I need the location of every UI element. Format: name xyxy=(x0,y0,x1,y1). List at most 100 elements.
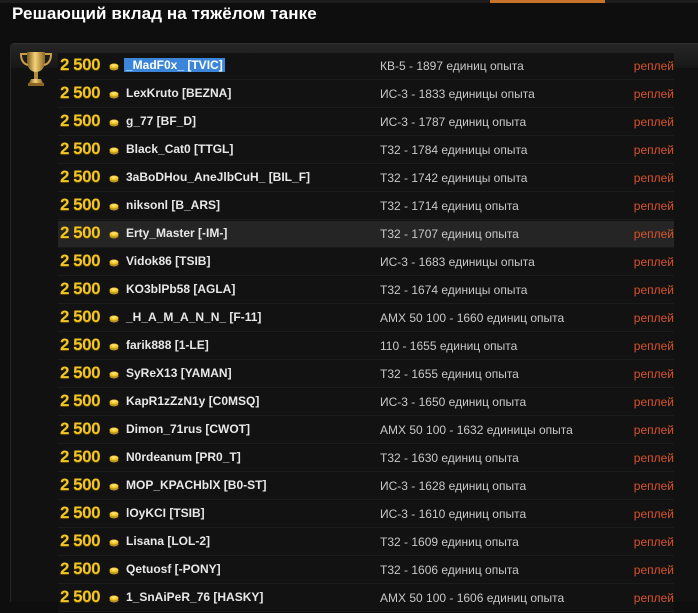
coin-icon xyxy=(109,147,119,155)
top-strip xyxy=(0,0,698,3)
coin-icon xyxy=(109,371,119,379)
score-value: 2 500 xyxy=(60,139,101,158)
coin-icon xyxy=(109,567,119,575)
table-row: 2 500 Erty_Master [-IM-] Т32 - 1707 един… xyxy=(58,221,674,248)
table-row: 2 500 MOP_KPACHblX [B0-ST] ИС-3 - 1628 е… xyxy=(58,473,674,500)
player-name[interactable]: N0rdeanum [PR0_T] xyxy=(126,450,241,464)
player-name[interactable]: Dimon_71rus [CWOT] xyxy=(126,422,250,436)
score-value: 2 500 xyxy=(60,279,101,298)
player-name[interactable]: Lisana [LOL-2] xyxy=(126,534,210,548)
score-value: 2 500 xyxy=(60,55,101,74)
replay-link[interactable]: реплей xyxy=(634,115,674,129)
tank-experience: Т32 - 1609 единиц опыта xyxy=(380,535,519,549)
score-value: 2 500 xyxy=(60,251,101,270)
table-row: 2 500 _MadF0x_ [TVIC] КВ-5 - 1897 единиц… xyxy=(58,53,674,80)
player-name[interactable]: lOyKCI [TSIB] xyxy=(126,506,205,520)
table-row: 2 500 g_77 [BF_D] ИС-3 - 1787 единиц опы… xyxy=(58,109,674,136)
table-row: 2 500 lOyKCI [TSIB] ИС-3 - 1610 единиц о… xyxy=(58,501,674,528)
coin-icon xyxy=(109,63,119,71)
replay-link[interactable]: реплей xyxy=(634,507,674,521)
tank-experience: КВ-5 - 1897 единиц опыта xyxy=(380,59,524,73)
score-value: 2 500 xyxy=(60,83,101,102)
replay-link[interactable]: реплей xyxy=(634,143,674,157)
score-value: 2 500 xyxy=(60,307,101,326)
tank-experience: Т32 - 1630 единиц опыта xyxy=(380,451,519,465)
replay-link[interactable]: реплей xyxy=(634,171,674,185)
replay-link[interactable]: реплей xyxy=(634,423,674,437)
player-name[interactable]: Erty_Master [-IM-] xyxy=(126,226,227,240)
tank-experience: AMX 50 100 - 1632 единицы опыта xyxy=(380,423,573,437)
replay-link[interactable]: реплей xyxy=(634,563,674,577)
replay-link[interactable]: реплей xyxy=(634,535,674,549)
tank-experience: Т32 - 1714 единиц опыта xyxy=(380,199,519,213)
player-name[interactable]: farik888 [1-LE] xyxy=(126,338,209,352)
table-row: 2 500 3aBoDHou_AneJlbCuH_ [BIL_F] Т32 - … xyxy=(58,165,674,192)
player-name[interactable]: 1_SnAiPeR_76 [HASKY] xyxy=(126,590,263,604)
player-name[interactable]: Qetuosf [-PONY] xyxy=(126,562,221,576)
replay-link[interactable]: реплей xyxy=(634,339,674,353)
score-value: 2 500 xyxy=(60,447,101,466)
coin-icon xyxy=(109,539,119,547)
player-name[interactable]: _H_A_M_A_N_N_ [F-11] xyxy=(126,310,261,324)
score-value: 2 500 xyxy=(60,363,101,382)
player-name[interactable]: _MadF0x_ [TVIC] xyxy=(124,58,225,72)
coin-icon xyxy=(109,259,119,267)
player-name[interactable]: KO3blPb58 [AGLA] xyxy=(126,282,235,296)
tank-experience: ИС-3 - 1683 единицы опыта xyxy=(380,255,535,269)
replay-link[interactable]: реплей xyxy=(634,199,674,213)
replay-link[interactable]: реплей xyxy=(634,479,674,493)
score-value: 2 500 xyxy=(60,391,101,410)
tank-experience: ИС-3 - 1610 единиц опыта xyxy=(380,507,527,521)
score-value: 2 500 xyxy=(60,503,101,522)
player-name[interactable]: niksonl [B_ARS] xyxy=(126,198,220,212)
player-name[interactable]: Black_Cat0 [TTGL] xyxy=(126,142,233,156)
tank-experience: ИС-3 - 1787 единиц опыта xyxy=(380,115,527,129)
replay-link[interactable]: реплей xyxy=(634,283,674,297)
replay-link[interactable]: реплей xyxy=(634,255,674,269)
table-row: 2 500 _H_A_M_A_N_N_ [F-11] AMX 50 100 - … xyxy=(58,305,674,332)
score-value: 2 500 xyxy=(60,335,101,354)
tank-experience: Т32 - 1742 единицы опыта xyxy=(380,171,528,185)
player-name[interactable]: Vidok86 [TSIB] xyxy=(126,254,210,268)
coin-icon xyxy=(109,287,119,295)
coin-icon xyxy=(109,119,119,127)
replay-link[interactable]: реплей xyxy=(634,451,674,465)
coin-icon xyxy=(109,427,119,435)
player-name[interactable]: MOP_KPACHblX [B0-ST] xyxy=(126,478,266,492)
tank-experience: Т32 - 1674 единицы опыта xyxy=(380,283,528,297)
replay-link[interactable]: реплей xyxy=(634,591,674,605)
player-name[interactable]: LexKruto [BEZNA] xyxy=(126,86,231,100)
coin-icon xyxy=(109,483,119,491)
tank-experience: AMX 50 100 - 1660 единиц опыта xyxy=(380,311,565,325)
table-row: 2 500 LexKruto [BEZNA] ИС-3 - 1833 едини… xyxy=(58,81,674,108)
replay-link[interactable]: реплей xyxy=(634,311,674,325)
coin-icon xyxy=(109,203,119,211)
player-name[interactable]: g_77 [BF_D] xyxy=(126,114,196,128)
replay-link[interactable]: реплей xyxy=(634,367,674,381)
top-strip-accent xyxy=(490,0,605,3)
replay-link[interactable]: реплей xyxy=(634,227,674,241)
player-name[interactable]: SyReX13 [YAMAN] xyxy=(126,366,232,380)
player-name[interactable]: KapR1zZzN1y [C0MSQ] xyxy=(126,394,259,408)
score-value: 2 500 xyxy=(60,475,101,494)
score-value: 2 500 xyxy=(60,531,101,550)
player-name[interactable]: 3aBoDHou_AneJlbCuH_ [BIL_F] xyxy=(126,170,310,184)
replay-link[interactable]: реплей xyxy=(634,395,674,409)
coin-icon xyxy=(109,343,119,351)
tank-experience: ИС-3 - 1650 единиц опыта xyxy=(380,395,527,409)
page-title: Решающий вклад на тяжёлом танке xyxy=(12,4,317,23)
leaderboard-list: 2 500 _MadF0x_ [TVIC] КВ-5 - 1897 единиц… xyxy=(58,53,674,613)
replay-link[interactable]: реплей xyxy=(634,87,674,101)
trophy-icon xyxy=(19,52,53,86)
tank-experience: Т32 - 1606 единиц опыта xyxy=(380,563,519,577)
score-value: 2 500 xyxy=(60,559,101,578)
coin-icon xyxy=(109,399,119,407)
replay-link[interactable]: реплей xyxy=(634,59,674,73)
coin-icon xyxy=(109,91,119,99)
table-row: 2 500 niksonl [B_ARS] Т32 - 1714 единиц … xyxy=(58,193,674,220)
coin-icon xyxy=(109,315,119,323)
table-row: 2 500 KO3blPb58 [AGLA] Т32 - 1674 единиц… xyxy=(58,277,674,304)
table-row: 2 500 SyReX13 [YAMAN] Т32 - 1655 единиц … xyxy=(58,361,674,388)
coin-icon xyxy=(109,175,119,183)
coin-icon xyxy=(109,231,119,239)
